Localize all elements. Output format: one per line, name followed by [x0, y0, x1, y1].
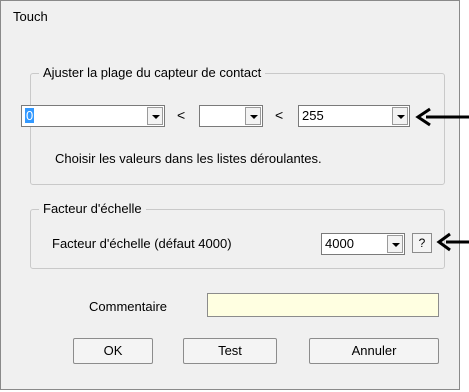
less-than-sign-1: <	[177, 107, 186, 123]
chevron-down-icon[interactable]	[245, 107, 261, 125]
arrow-pointer-icon	[415, 107, 469, 127]
comment-label: Commentaire	[89, 299, 168, 314]
scale-factor-value: 4000	[325, 236, 354, 251]
max-value-dropdown[interactable]: 255	[298, 105, 410, 127]
touch-dialog: Touch Ajuster la plage du capteur de con…	[0, 0, 460, 390]
min-value-dropdown[interactable]: 0	[21, 105, 165, 127]
title-bar: Touch	[1, 1, 459, 31]
mid-value-dropdown[interactable]	[199, 105, 263, 127]
chevron-down-icon[interactable]	[147, 107, 163, 125]
range-hint-text: Choisir les valeurs dans les listes déro…	[55, 151, 322, 166]
chevron-down-icon[interactable]	[392, 107, 408, 125]
range-group-legend: Ajuster la plage du capteur de contact	[39, 65, 266, 80]
ok-button[interactable]: OK	[73, 338, 153, 364]
min-value-text: 0	[25, 108, 35, 123]
range-group: Ajuster la plage du capteur de contact	[30, 65, 445, 185]
window-title: Touch	[13, 9, 48, 24]
less-than-sign-2: <	[275, 107, 284, 123]
chevron-down-icon[interactable]	[387, 235, 403, 253]
test-button[interactable]: Test	[183, 338, 277, 364]
scale-factor-label: Facteur d'échelle (défaut 4000)	[52, 236, 232, 251]
scale-factor-dropdown[interactable]: 4000	[321, 233, 405, 255]
max-value-text: 255	[302, 108, 324, 123]
cancel-button[interactable]: Annuler	[309, 338, 439, 364]
arrow-pointer-icon	[436, 232, 469, 252]
scale-factor-legend: Facteur d'échelle	[39, 201, 146, 216]
comment-field[interactable]	[207, 293, 439, 317]
help-button[interactable]: ?	[412, 233, 432, 253]
